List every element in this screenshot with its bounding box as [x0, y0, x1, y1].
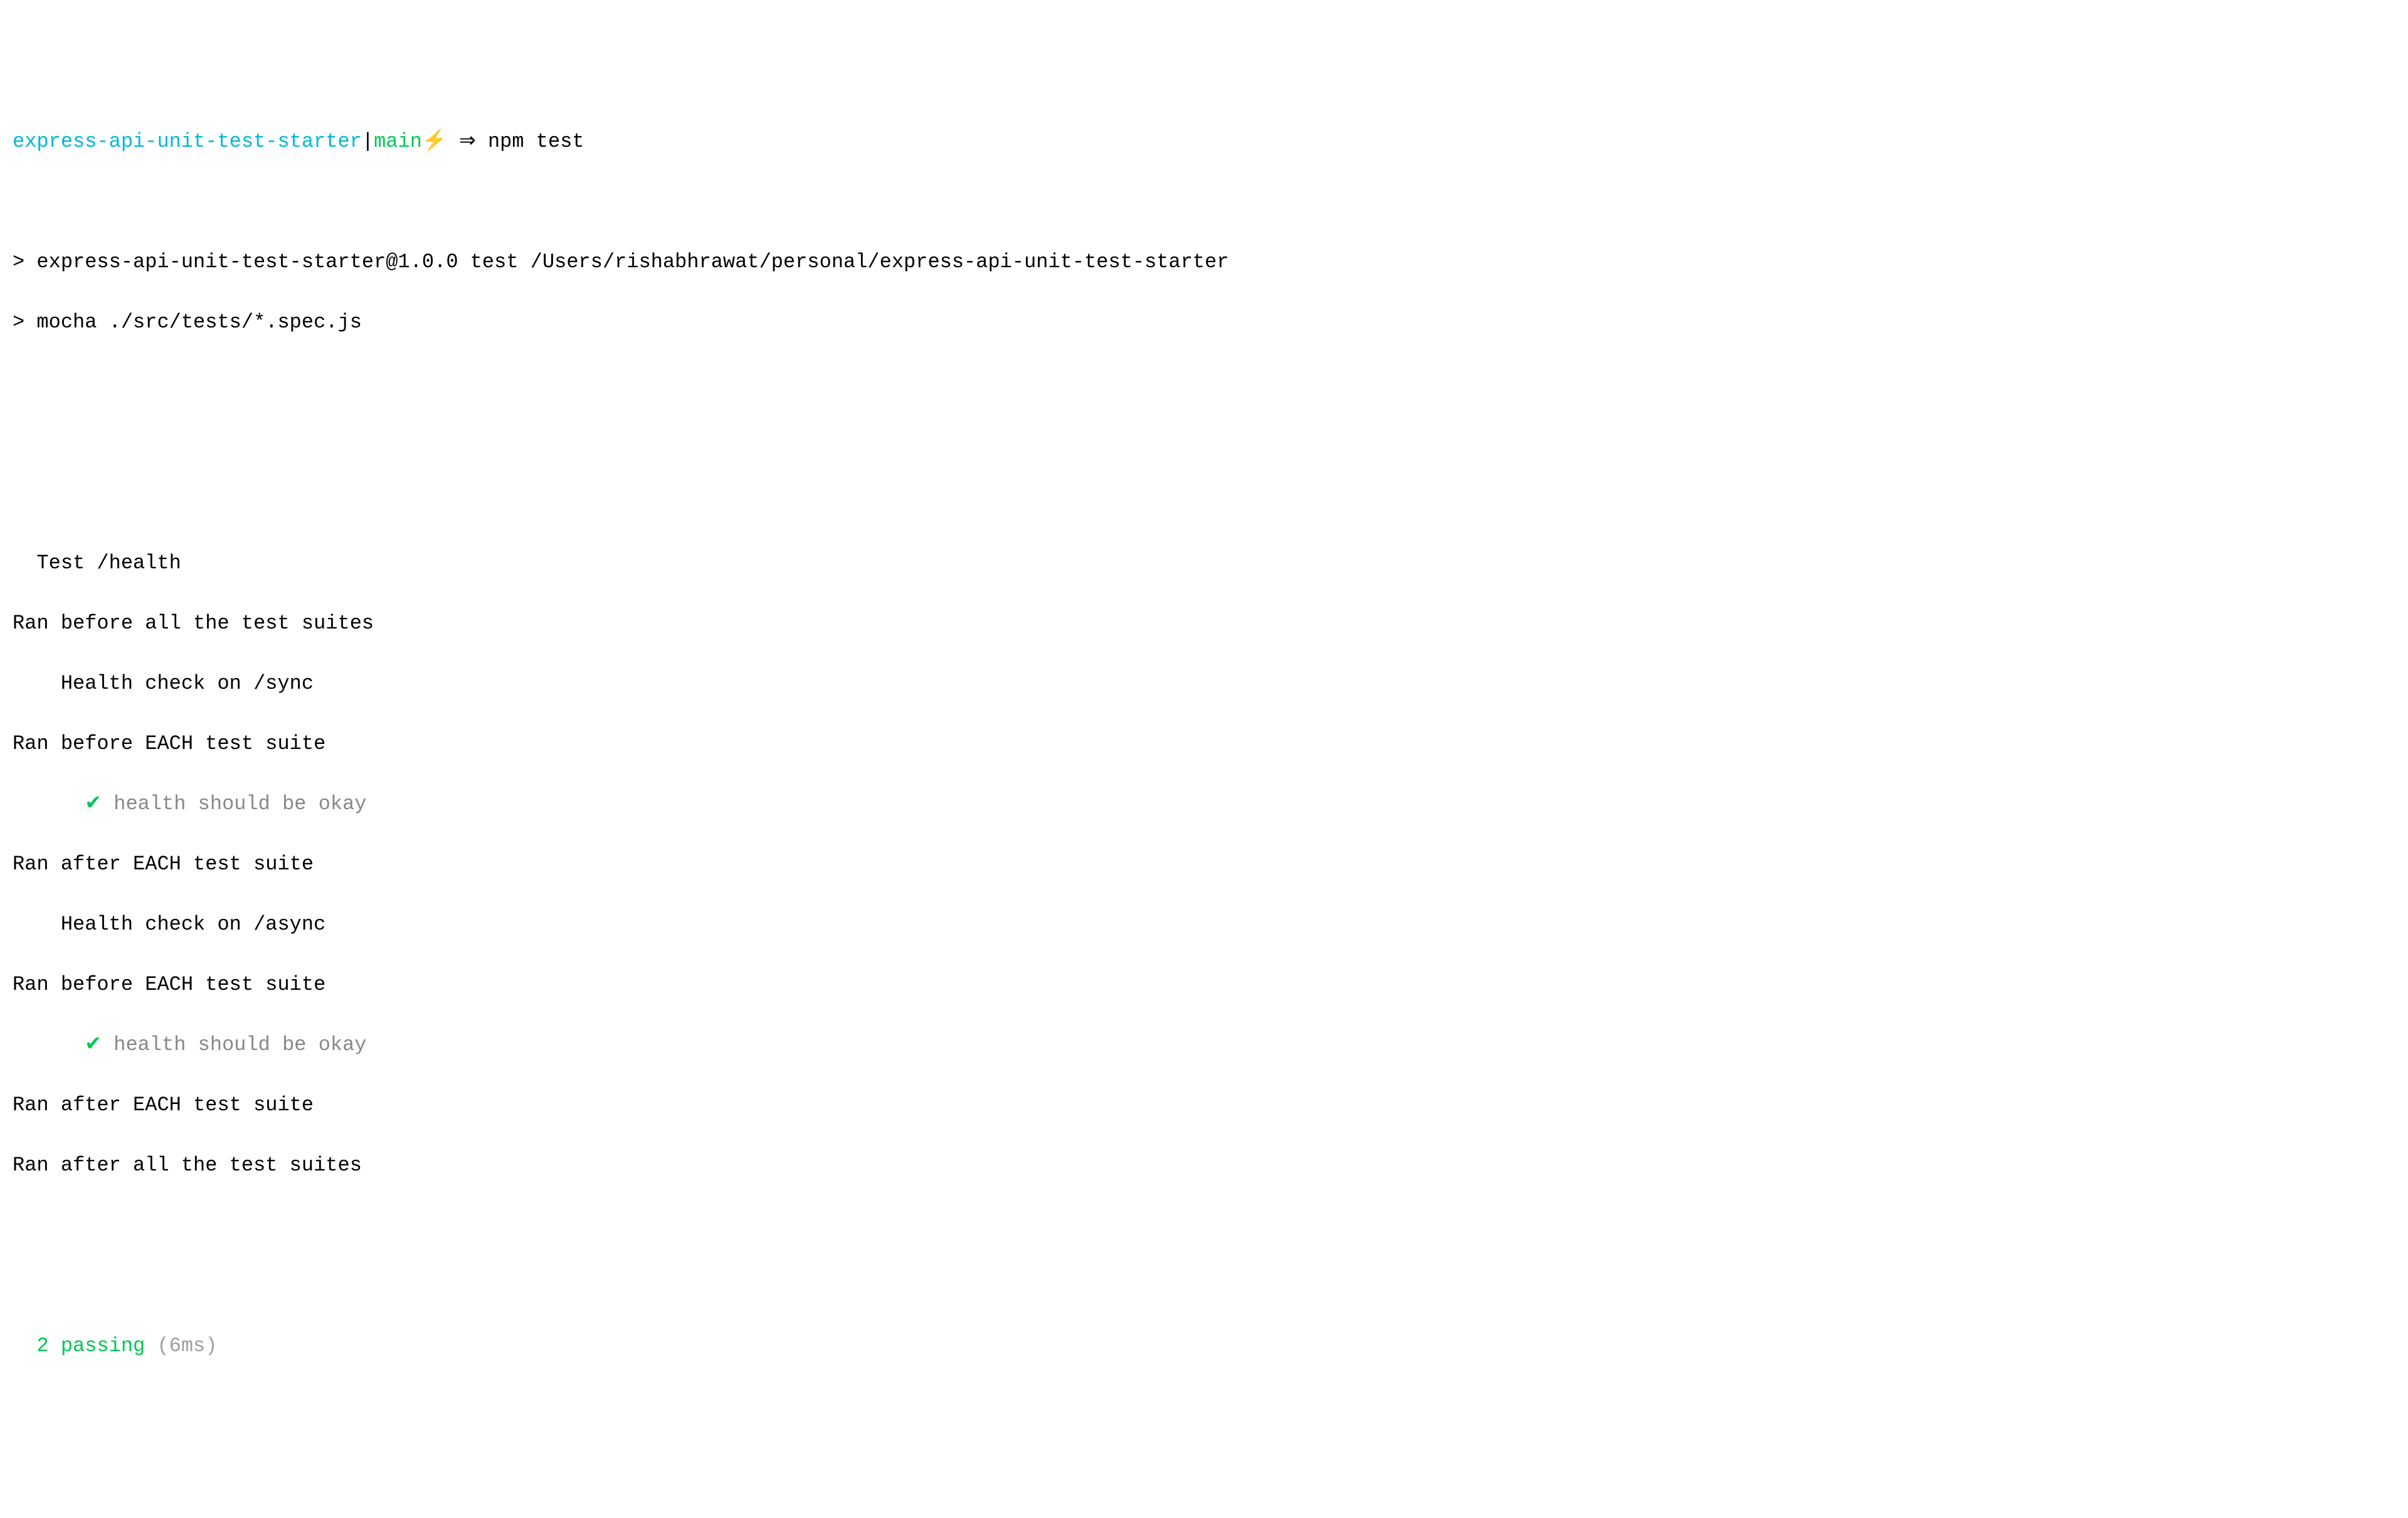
suite-title: Test /health: [13, 548, 2395, 578]
after-all-hook: Ran after all the test suites: [13, 1150, 2395, 1181]
prompt-line[interactable]: express-api-unit-test-starter|main⚡ ⇒ np…: [13, 127, 2395, 157]
lightning-icon: ⚡: [422, 130, 447, 153]
blank-line: [13, 368, 2395, 398]
blank-line: [13, 187, 2395, 217]
npm-script-info: express-api-unit-test-starter@1.0.0 test…: [36, 250, 1228, 273]
blank-line: [13, 1211, 2395, 1241]
pipe-separator: |: [362, 130, 374, 153]
duration-text: (6ms): [145, 1334, 217, 1357]
checkmark-icon: ✔: [85, 1033, 102, 1056]
npm-command: mocha ./src/tests/*.spec.js: [36, 310, 361, 334]
context-1-title: Health check on /sync: [13, 669, 2395, 699]
npm-output-line-2: > mocha ./src/tests/*.spec.js: [13, 307, 2395, 337]
passing-count: 2 passing: [36, 1334, 145, 1357]
before-each-hook-2: Ran before EACH test suite: [13, 970, 2395, 1000]
npm-output-line-1: > express-api-unit-test-starter@1.0.0 te…: [13, 247, 2395, 277]
project-name: express-api-unit-test-starter: [13, 130, 362, 153]
blank-line: [13, 428, 2395, 458]
blank-line: [13, 488, 2395, 518]
test-indent: [13, 1033, 85, 1056]
summary-line: 2 passing (6ms): [13, 1331, 2395, 1361]
blank-line: [13, 1271, 2395, 1301]
before-each-hook-1: Ran before EACH test suite: [13, 729, 2395, 759]
test-description: health should be okay: [102, 792, 366, 815]
test-indent: [13, 792, 85, 815]
test-result-2: ✔ health should be okay: [13, 1030, 2395, 1060]
summary-indent: [13, 1334, 36, 1357]
context-2-title: Health check on /async: [13, 910, 2395, 940]
git-branch: main: [374, 130, 422, 153]
after-each-hook-1: Ran after EACH test suite: [13, 849, 2395, 879]
checkmark-icon: ✔: [85, 792, 102, 815]
prompt-arrow: ⇒: [459, 130, 476, 153]
npm-prefix: >: [13, 250, 36, 273]
command-text: npm test: [488, 130, 584, 153]
after-each-hook-2: Ran after EACH test suite: [13, 1090, 2395, 1120]
test-result-1: ✔ health should be okay: [13, 789, 2395, 819]
npm-prefix-2: >: [13, 310, 36, 334]
before-all-hook: Ran before all the test suites: [13, 608, 2395, 639]
test-description: health should be okay: [102, 1033, 366, 1056]
